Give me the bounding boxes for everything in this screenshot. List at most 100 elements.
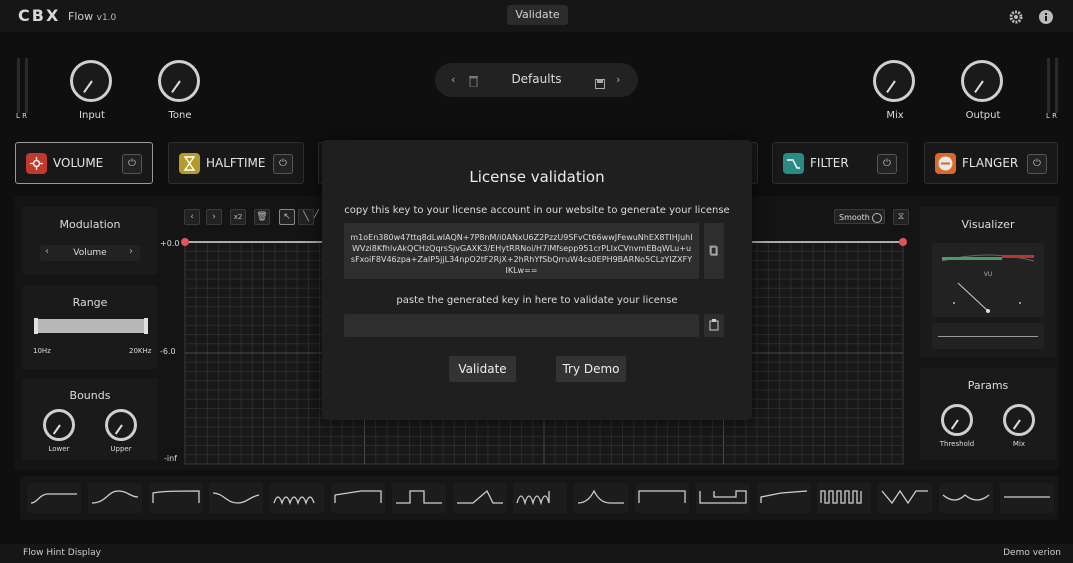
output-knob-label: Output [965,110,1001,121]
shape-preset-16[interactable] [939,483,993,513]
license-input[interactable] [344,314,699,337]
copy-key-button[interactable] [704,223,724,279]
params-mix-knob-group: Mix [1003,404,1035,448]
envelope-point[interactable] [899,238,907,246]
chevron-right-icon[interactable]: › [129,246,133,257]
modulation-target: Volume [73,248,107,258]
shape-preset-10[interactable] [574,483,629,513]
effect-halftime-label: HALFTIME [206,156,266,170]
range-max-label: 20KHz [129,347,152,355]
mix-knob[interactable] [873,60,915,102]
db-bottom-label: -inf [164,454,177,463]
shape-preset-12[interactable] [695,483,750,513]
validate-button-top[interactable]: Validate [507,5,568,25]
tone-knob[interactable] [158,60,200,102]
power-icon[interactable]: ⏻ [273,154,293,174]
effect-filter[interactable]: FILTER ⏻ [772,142,908,184]
level-display [932,323,1044,349]
info-icon[interactable] [1039,9,1053,24]
modulation-selector[interactable]: ‹ Volume › [40,245,140,261]
power-icon[interactable]: ⏻ [1027,154,1047,174]
threshold-knob-label: Threshold [939,440,975,448]
range-panel: Range 10Hz 20KHz [22,285,158,369]
power-icon[interactable]: ⏻ [122,154,142,174]
hourglass-icon [179,153,200,174]
magnet-icon[interactable]: ⧖ [893,209,909,225]
params-mix-knob[interactable] [1003,404,1035,436]
gear-icon[interactable] [1009,9,1023,24]
range-min-label: 10Hz [33,347,51,355]
vu-meter: VU [932,243,1044,317]
preset-name[interactable]: Defaults [435,72,638,86]
db-top-label: +0.0 [160,239,180,248]
effect-volume-label: VOLUME [53,156,104,170]
input-knob-label: Input [79,110,105,121]
modulation-panel: Modulation ‹ Volume › [22,207,158,275]
pointer-icon[interactable]: ↖ [279,209,295,225]
params-panel: Params Threshold Mix [920,368,1056,460]
shape-preset-2[interactable] [87,483,142,513]
chevron-left-icon[interactable]: ‹ [184,209,200,225]
shape-preset-7[interactable] [391,483,446,513]
shape-preset-9[interactable] [513,483,568,513]
effect-filter-label: FILTER [810,156,849,170]
filter-curve-icon [783,153,804,174]
range-handle-min[interactable] [34,318,38,334]
output-meter-left [1047,58,1050,113]
chevron-right-icon[interactable]: › [206,209,222,225]
effect-volume[interactable]: VOLUME ⏻ [15,142,153,184]
modulation-title: Modulation [59,218,121,231]
range-handle-max[interactable] [144,318,148,334]
upper-knob-group: Upper [105,409,137,453]
hint-display: Flow Hint Display [23,548,101,558]
upper-knob[interactable] [105,409,137,441]
envelope-point[interactable] [181,238,189,246]
license-key-box[interactable]: m1oEn380w47ttq8dLwIAQN+7P8nM/i0ANxU6Z2Pz… [344,223,699,279]
paste-key-button[interactable] [704,314,724,337]
vu-label: VU [983,271,993,278]
shape-preset-15[interactable] [878,483,933,513]
app-name: Flow [68,10,94,23]
output-knob[interactable] [961,60,1003,102]
volume-effect-icon [26,153,47,174]
lower-knob[interactable] [43,409,75,441]
line-tool-icon[interactable]: ╲ [298,209,314,225]
visualizer-panel: Visualizer VU [920,207,1056,357]
params-title: Params [967,379,1009,392]
smooth-toggle[interactable]: Smooth [834,209,885,224]
shape-preset-11[interactable] [635,483,689,513]
shape-preset-5[interactable] [270,483,325,513]
db-mid-label: -6.0 [160,347,176,356]
shape-preset-8[interactable] [452,483,507,513]
edition-label: Demo verion [1003,548,1061,558]
effect-halftime[interactable]: HALFTIME ⏻ [168,142,304,184]
multiplier-button[interactable]: x2 [230,209,246,225]
shape-preset-6[interactable] [331,483,385,513]
save-icon[interactable] [595,74,605,93]
shape-preset-3[interactable] [148,483,203,513]
top-bar: CBX Flow v1.0 Validate [0,0,1073,33]
range-slider[interactable] [34,318,148,334]
copy-instruction: copy this key to your license account in… [344,205,730,216]
effect-flanger[interactable]: FLANGER ⏻ [924,142,1058,184]
validate-button[interactable]: Validate [449,356,516,382]
power-icon[interactable]: ⏻ [877,154,897,174]
shape-preset-14[interactable] [817,483,872,513]
output-knob-group: Output [961,60,1007,121]
params-mix-knob-label: Mix [1012,440,1026,448]
mix-knob-group: Mix [873,60,919,121]
input-knob-group: Input [70,60,116,121]
shape-preset-13[interactable] [756,483,811,513]
status-bar: Flow Hint Display Demo verion [0,544,1073,563]
shape-preset-4[interactable] [209,483,264,513]
curve-tool-icon[interactable]: ╱ [314,209,322,223]
shape-preset-17[interactable] [999,483,1054,513]
try-demo-button[interactable]: Try Demo [556,356,626,382]
chevron-right-icon[interactable]: › [616,73,620,86]
trash-icon[interactable]: 🗑 [254,209,270,225]
input-meter-left [17,58,20,113]
input-meter-label: L R [16,112,27,120]
threshold-knob[interactable] [941,404,973,436]
shape-preset-1[interactable] [27,483,81,513]
input-knob[interactable] [70,60,112,102]
